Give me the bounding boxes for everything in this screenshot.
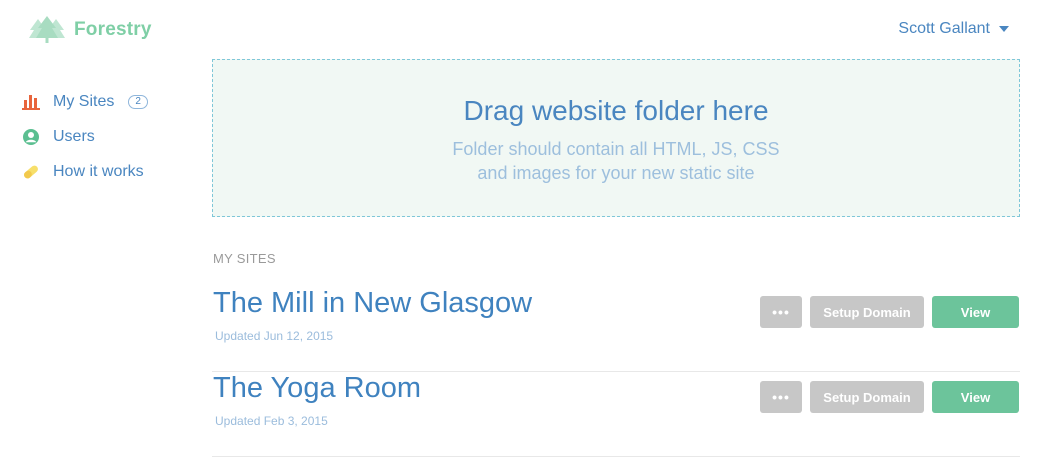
view-site-button[interactable]: View bbox=[932, 381, 1019, 413]
site-row: The Mill in New Glasgow Updated Jun 12, … bbox=[212, 287, 1020, 372]
dropzone-description: Folder should contain all HTML, JS, CSS … bbox=[213, 137, 1019, 185]
logo[interactable]: Forestry bbox=[28, 16, 152, 44]
sidebar-nav: My Sites 2 Users How it works bbox=[22, 90, 192, 195]
brand-name: Forestry bbox=[74, 19, 152, 40]
site-actions: ••• Setup Domain View bbox=[760, 381, 1019, 413]
site-name-link[interactable]: The Mill in New Glasgow bbox=[213, 287, 532, 320]
setup-domain-button[interactable]: Setup Domain bbox=[810, 381, 924, 413]
dropzone-line-1: Folder should contain all HTML, JS, CSS bbox=[452, 139, 780, 159]
site-actions: ••• Setup Domain View bbox=[760, 296, 1019, 328]
setup-domain-button[interactable]: Setup Domain bbox=[810, 296, 924, 328]
app-root: Forestry Scott Gallant My Sites 2 Users … bbox=[0, 0, 1053, 468]
upload-dropzone[interactable]: Drag website folder here Folder should c… bbox=[212, 59, 1020, 217]
dropzone-line-2: and images for your new static site bbox=[477, 163, 755, 183]
view-site-button[interactable]: View bbox=[932, 296, 1019, 328]
site-row: The Yoga Room Updated Feb 3, 2015 ••• Se… bbox=[212, 372, 1020, 457]
site-count-badge: 2 bbox=[128, 95, 148, 109]
site-updated-date: Updated Jun 12, 2015 bbox=[215, 329, 334, 343]
forest-logo-icon bbox=[28, 16, 66, 44]
sidebar-item-label: My Sites bbox=[53, 93, 115, 110]
my-sites-heading: MY SITES bbox=[213, 251, 276, 266]
user-circle-icon bbox=[22, 128, 40, 146]
more-options-button[interactable]: ••• bbox=[760, 296, 802, 328]
chevron-down-icon bbox=[999, 26, 1009, 32]
dropzone-title: Drag website folder here bbox=[463, 95, 769, 126]
sidebar-item-how-it-works[interactable]: How it works bbox=[22, 160, 192, 184]
user-name: Scott Gallant bbox=[898, 20, 990, 37]
user-menu[interactable]: Scott Gallant bbox=[898, 20, 1009, 38]
sidebar-item-label: Users bbox=[53, 128, 95, 145]
site-name-link[interactable]: The Yoga Room bbox=[213, 372, 421, 405]
pill-icon bbox=[22, 163, 40, 181]
sidebar-item-my-sites[interactable]: My Sites 2 bbox=[22, 90, 192, 114]
sidebar-item-users[interactable]: Users bbox=[22, 125, 192, 149]
bar-chart-icon bbox=[22, 93, 40, 111]
sidebar-item-label: How it works bbox=[53, 163, 144, 180]
site-updated-date: Updated Feb 3, 2015 bbox=[215, 414, 328, 428]
more-options-button[interactable]: ••• bbox=[760, 381, 802, 413]
